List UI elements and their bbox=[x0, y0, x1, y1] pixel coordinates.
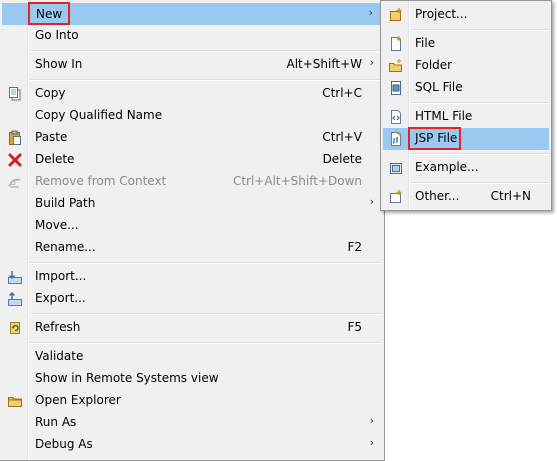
menu-item-shortcut: Ctrl+V bbox=[322, 130, 362, 144]
menu-item-shortcut: F5 bbox=[347, 320, 362, 334]
menu-item-show-in[interactable]: Show In Alt+Shift+W › bbox=[2, 54, 382, 76]
menu-item-label: Remove from Context bbox=[35, 174, 167, 188]
menu-item-shortcut: Alt+Shift+W bbox=[286, 57, 363, 71]
html-file-icon bbox=[388, 109, 404, 125]
submenu-item-project[interactable]: Project... bbox=[383, 4, 549, 26]
menu-item-label: Show In bbox=[35, 57, 83, 71]
menu-item-import[interactable]: Import... bbox=[2, 266, 382, 288]
menu-item-show-in-remote-systems[interactable]: Show in Remote Systems view bbox=[2, 368, 382, 390]
refresh-icon bbox=[7, 320, 23, 336]
menu-item-label: Debug As bbox=[35, 437, 93, 451]
submenu-item-folder[interactable]: Folder bbox=[383, 55, 549, 77]
file-icon bbox=[388, 36, 404, 52]
submenu-item-sql-file[interactable]: SQL File bbox=[383, 77, 549, 99]
menu-item-label: File bbox=[415, 36, 436, 50]
export-icon bbox=[7, 291, 23, 307]
new-submenu: Project... File Folder SQL File HTML Fil… bbox=[380, 0, 552, 211]
new-project-icon bbox=[388, 7, 404, 23]
copy-icon bbox=[7, 86, 23, 102]
menu-item-validate[interactable]: Validate bbox=[2, 346, 382, 368]
menu-separator bbox=[30, 313, 382, 314]
menu-separator bbox=[30, 50, 382, 51]
menu-item-label: Run As bbox=[35, 415, 77, 429]
menu-item-label: Show in Remote Systems view bbox=[35, 371, 219, 385]
menu-item-label: Paste bbox=[35, 130, 68, 144]
menu-item-debug-as[interactable]: Debug As › bbox=[2, 434, 382, 456]
menu-item-label: Go Into bbox=[35, 28, 79, 42]
menu-item-label: Validate bbox=[35, 349, 84, 363]
menu-item-export[interactable]: Export... bbox=[2, 288, 382, 310]
jsp-file-icon bbox=[388, 131, 404, 147]
submenu-arrow-icon: › bbox=[369, 436, 374, 449]
menu-item-label: Open Explorer bbox=[35, 393, 121, 407]
menu-item-remove-from-context: Remove from Context Ctrl+Alt+Shift+Down bbox=[2, 171, 382, 193]
menu-item-label: Example... bbox=[415, 160, 479, 174]
delete-icon bbox=[7, 152, 23, 168]
menu-item-rename[interactable]: Rename... F2 bbox=[2, 237, 382, 259]
menu-item-paste[interactable]: Paste Ctrl+V bbox=[2, 127, 382, 149]
submenu-arrow-icon: › bbox=[369, 195, 374, 208]
paste-icon bbox=[7, 130, 23, 146]
menu-item-label: Move... bbox=[35, 218, 79, 232]
menu-item-shortcut: Ctrl+Alt+Shift+Down bbox=[232, 174, 362, 188]
menu-item-copy[interactable]: Copy Ctrl+C bbox=[2, 83, 382, 105]
menu-item-label: Build Path bbox=[35, 196, 96, 210]
submenu-arrow-icon: › bbox=[368, 6, 373, 19]
menu-item-delete[interactable]: Delete Delete bbox=[2, 149, 382, 171]
menu-item-move[interactable]: Move... bbox=[2, 215, 382, 237]
menu-item-open-explorer[interactable]: Open Explorer bbox=[2, 390, 382, 412]
menu-separator bbox=[411, 29, 549, 30]
submenu-arrow-icon: › bbox=[369, 56, 374, 69]
menu-item-build-path[interactable]: Build Path › bbox=[2, 193, 382, 215]
submenu-item-file[interactable]: File bbox=[383, 33, 549, 55]
menu-item-label: Copy Qualified Name bbox=[35, 108, 163, 122]
menu-item-label: Import... bbox=[35, 269, 87, 283]
remove-context-icon bbox=[7, 174, 23, 190]
menu-item-label: SQL File bbox=[415, 80, 463, 94]
folder-icon bbox=[388, 58, 404, 74]
menu-item-run-as[interactable]: Run As › bbox=[2, 412, 382, 434]
context-menu: New › Go Into Show In Alt+Shift+W › Copy… bbox=[0, 0, 385, 461]
menu-item-refresh[interactable]: Refresh F5 bbox=[2, 317, 382, 339]
menu-item-shortcut: Ctrl+C bbox=[322, 86, 362, 100]
menu-item-copy-qualified-name[interactable]: Copy Qualified Name bbox=[2, 105, 382, 127]
menu-item-go-into[interactable]: Go Into bbox=[2, 25, 382, 47]
menu-item-shortcut: Ctrl+N bbox=[490, 189, 531, 203]
menu-separator bbox=[30, 342, 382, 343]
submenu-item-other[interactable]: Other... Ctrl+N bbox=[383, 186, 549, 208]
menu-item-label: Project... bbox=[415, 7, 468, 21]
menu-separator bbox=[411, 153, 549, 154]
menu-separator bbox=[411, 182, 549, 183]
menu-item-shortcut: Delete bbox=[322, 152, 362, 166]
menu-separator bbox=[30, 262, 382, 263]
menu-item-label: Rename... bbox=[35, 240, 96, 254]
menu-separator bbox=[411, 102, 549, 103]
menu-item-shortcut: F2 bbox=[347, 240, 362, 254]
menu-item-label: Copy bbox=[35, 86, 66, 100]
submenu-item-example[interactable]: Example... bbox=[383, 157, 549, 179]
import-icon bbox=[7, 269, 23, 285]
example-icon bbox=[388, 160, 404, 176]
new-wizard-icon bbox=[388, 189, 404, 205]
menu-item-label: HTML File bbox=[415, 109, 473, 123]
callout-highlight-jsp-file bbox=[408, 127, 461, 150]
submenu-arrow-icon: › bbox=[369, 414, 374, 427]
menu-item-label: Delete bbox=[35, 152, 75, 166]
callout-highlight-new bbox=[28, 2, 70, 25]
menu-item-label: Other... bbox=[415, 189, 460, 203]
folder-icon bbox=[7, 393, 23, 409]
menu-item-label: Export... bbox=[35, 291, 86, 305]
submenu-item-html-file[interactable]: HTML File bbox=[383, 106, 549, 128]
menu-item-label: Folder bbox=[415, 58, 453, 72]
menu-item-label: Refresh bbox=[35, 320, 81, 334]
menu-separator bbox=[30, 79, 382, 80]
sql-file-icon bbox=[388, 80, 404, 96]
